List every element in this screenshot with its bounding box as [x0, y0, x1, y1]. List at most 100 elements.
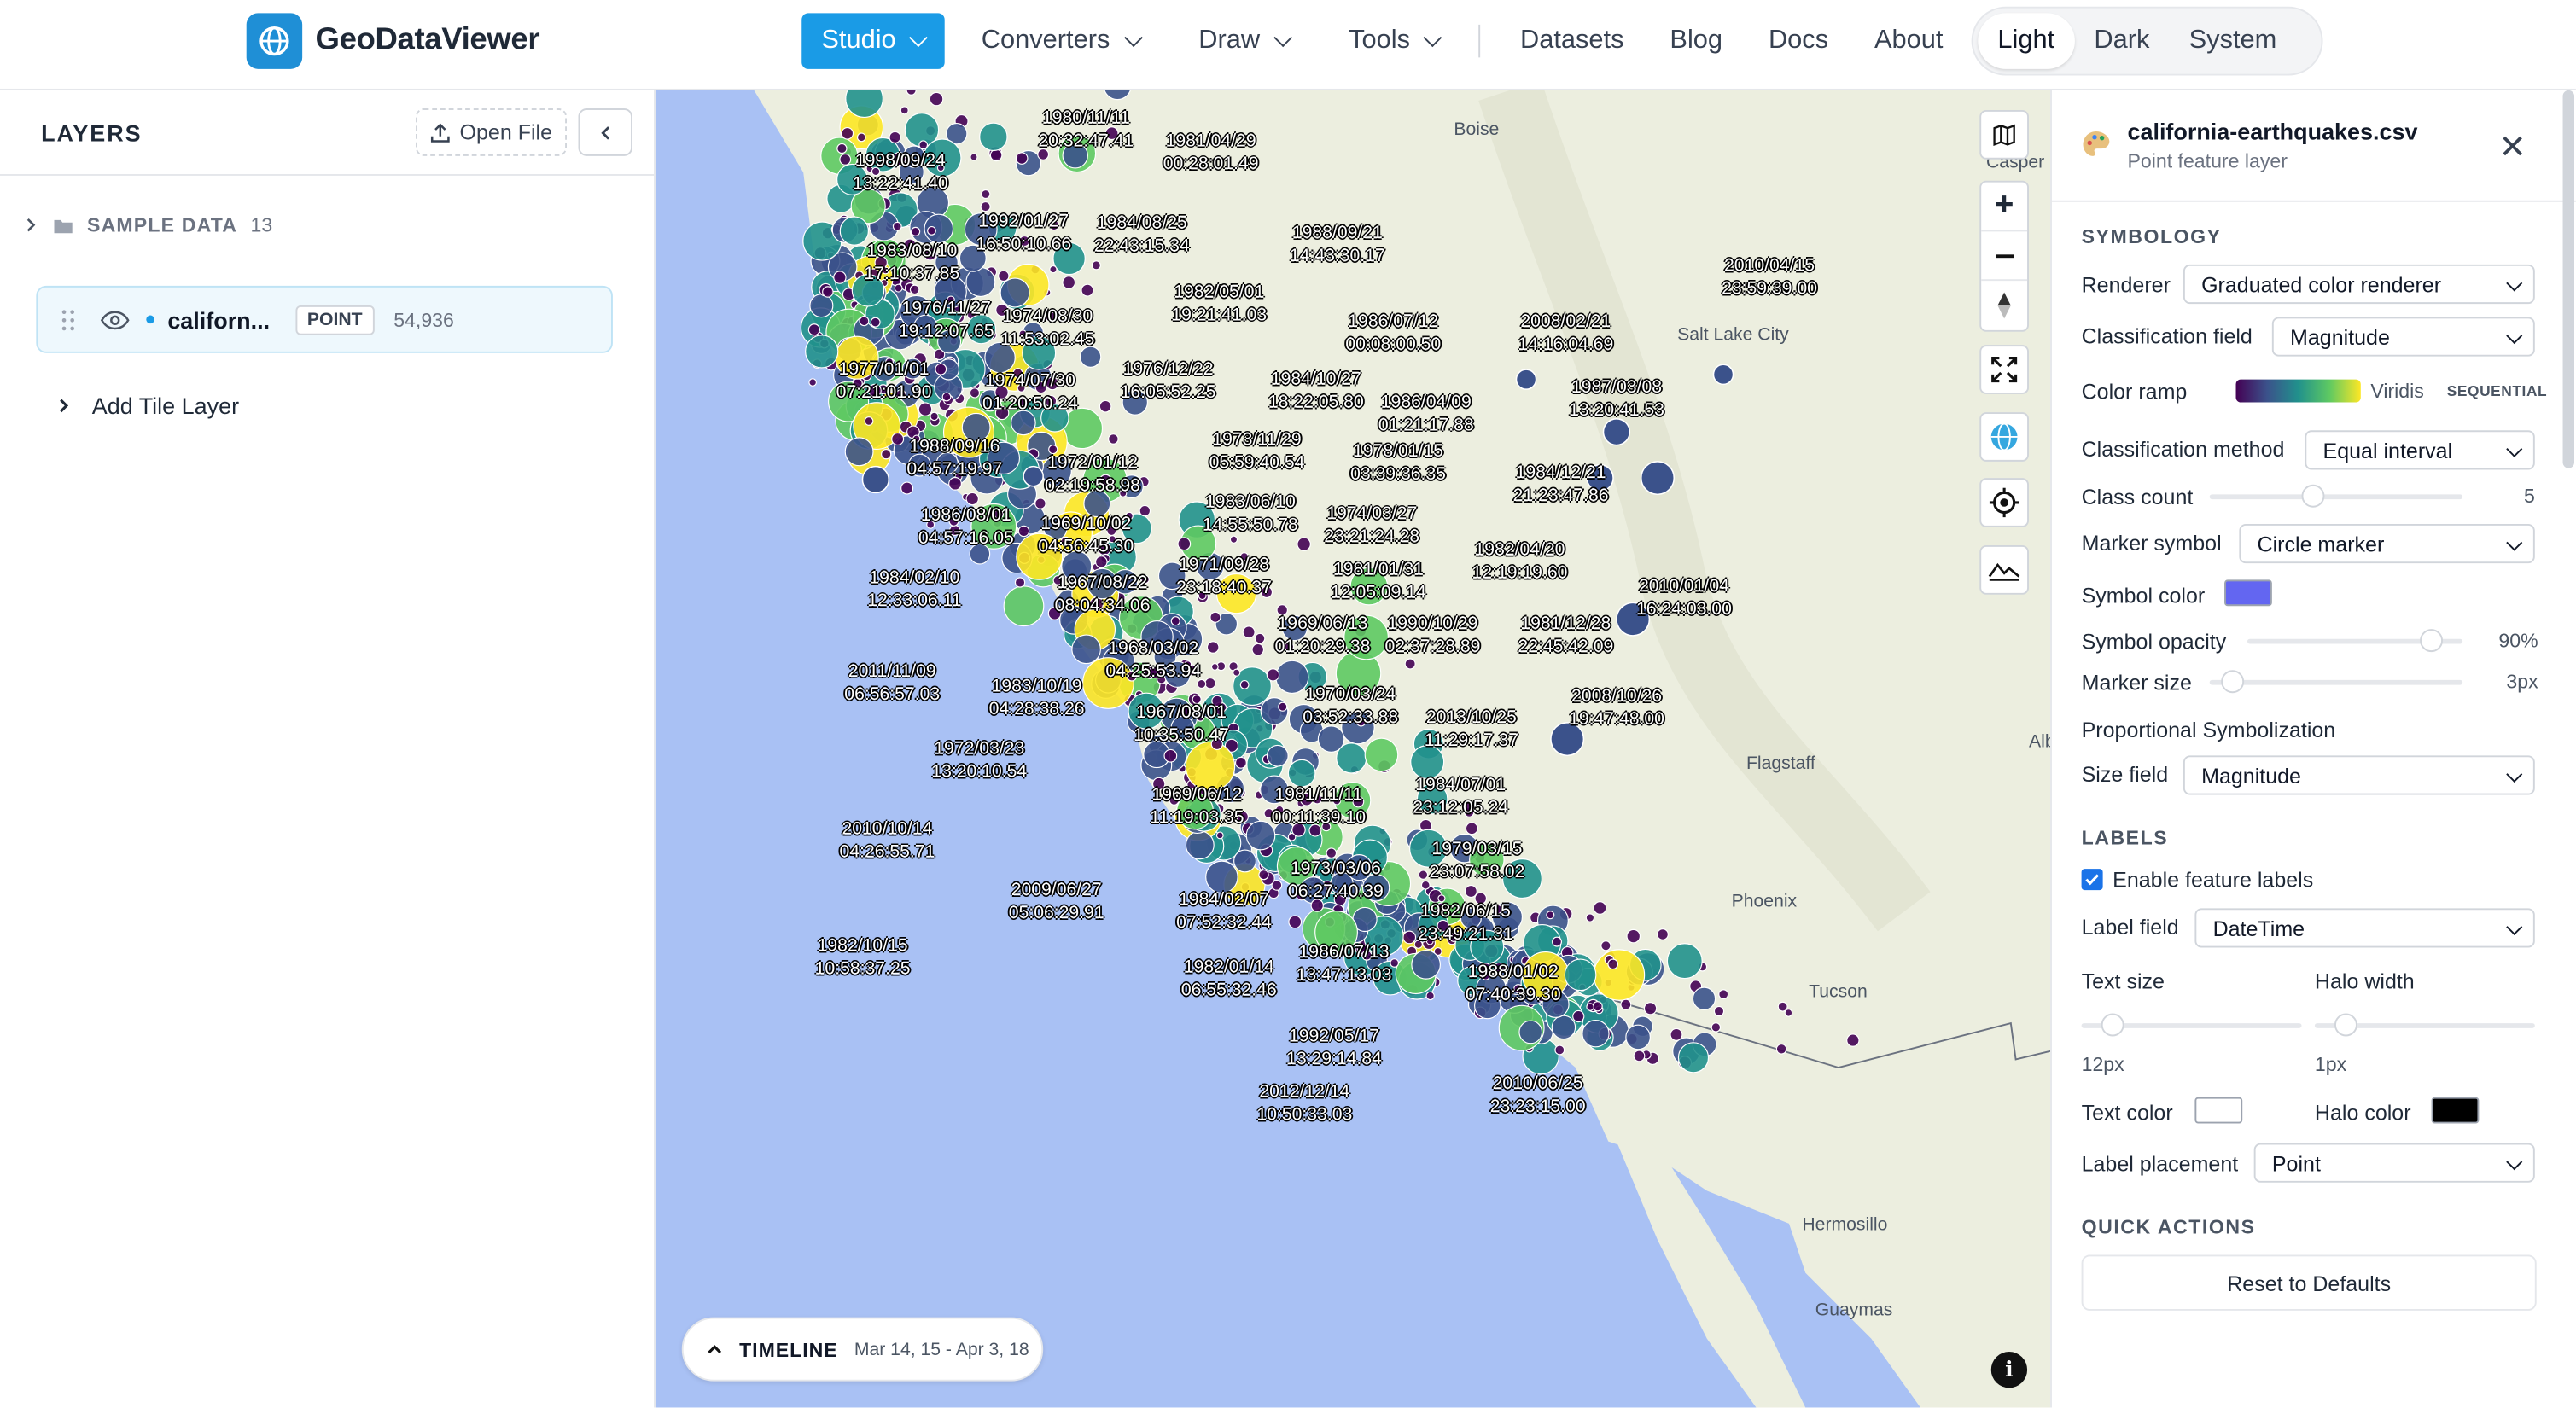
earthquake-point[interactable]	[970, 153, 978, 161]
earthquake-point[interactable]	[1515, 369, 1537, 390]
earthquake-point[interactable]	[930, 411, 939, 422]
nav-about[interactable]: About	[1851, 13, 1966, 68]
earthquake-point[interactable]	[833, 271, 847, 284]
earthquake-point[interactable]	[807, 323, 821, 336]
fullscreen-button[interactable]	[1979, 345, 2030, 394]
earthquake-point[interactable]	[822, 286, 834, 298]
earthquake-point[interactable]	[998, 270, 1010, 282]
earthquake-point[interactable]	[900, 481, 914, 495]
earthquake-point[interactable]	[1017, 525, 1030, 538]
earthquake-point[interactable]	[1170, 616, 1180, 626]
layer-item-california-earthquakes[interactable]: californ... POINT 54,936	[36, 285, 613, 353]
marker-size-slider[interactable]	[2209, 670, 2463, 694]
earthquake-point[interactable]	[1297, 537, 1311, 551]
earthquake-point[interactable]	[1586, 1003, 1594, 1011]
basemap-toggle-button[interactable]	[1979, 109, 2030, 160]
earthquake-point[interactable]	[1712, 364, 1734, 386]
earthquake-point[interactable]	[1846, 1033, 1860, 1047]
earthquake-point[interactable]	[1233, 668, 1241, 677]
earthquake-point[interactable]	[929, 91, 944, 107]
size-field-select[interactable]: Magnitude	[2183, 755, 2535, 795]
earthquake-point[interactable]	[1062, 276, 1076, 289]
halo-width-thumb[interactable]	[2334, 1013, 2357, 1037]
earthquake-point[interactable]	[1288, 915, 1303, 929]
earthquake-point[interactable]	[1209, 611, 1221, 623]
compass-button[interactable]	[1981, 281, 2027, 330]
earthquake-point[interactable]	[1049, 265, 1058, 274]
earthquake-point[interactable]	[1641, 461, 1676, 496]
globe-view-button[interactable]	[1979, 412, 2030, 462]
earthquake-point[interactable]	[1206, 641, 1220, 654]
earthquake-point[interactable]	[1215, 831, 1224, 840]
nav-blog[interactable]: Blog	[1646, 13, 1746, 68]
earthquake-point[interactable]	[1784, 1009, 1793, 1017]
theme-system-option[interactable]: System	[2170, 13, 2297, 68]
nav-tools[interactable]: Tools	[1326, 13, 1462, 68]
earthquake-point[interactable]	[1364, 737, 1399, 772]
earthquake-point[interactable]	[1418, 870, 1429, 880]
earthquake-point[interactable]	[1108, 433, 1119, 445]
earthquake-point[interactable]	[1163, 748, 1178, 763]
earthquake-point[interactable]	[870, 317, 881, 328]
earthquake-point[interactable]	[1551, 1015, 1576, 1040]
earthquake-point[interactable]	[989, 148, 1003, 162]
class-count-slider[interactable]	[2209, 484, 2463, 508]
classification-method-select[interactable]: Equal interval	[2305, 430, 2535, 470]
earthquake-point[interactable]	[911, 226, 921, 236]
add-tile-layer-button[interactable]: Add Tile Layer	[55, 393, 239, 419]
earthquake-point[interactable]	[1000, 277, 1030, 308]
earthquake-point[interactable]	[1081, 283, 1094, 297]
theme-light-option[interactable]: Light	[1978, 13, 2075, 69]
earthquake-point[interactable]	[1593, 901, 1607, 915]
earthquake-point[interactable]	[859, 316, 870, 327]
earthquake-point[interactable]	[1585, 913, 1595, 922]
earthquake-point[interactable]	[1251, 643, 1265, 656]
map-canvas[interactable]: 1980/11/11 20:32:47.41 1981/04/29 00:28:01.…	[655, 90, 2051, 1408]
open-file-button[interactable]: Open File	[415, 108, 568, 156]
zoom-in-button[interactable]: +	[1981, 183, 2028, 232]
earthquake-point[interactable]	[1600, 940, 1611, 951]
text-color-swatch[interactable]	[2194, 1097, 2243, 1124]
earthquake-point[interactable]	[981, 189, 991, 200]
layer-group-sample-data[interactable]: SAMPLE DATA 13	[23, 213, 272, 236]
earthquake-point[interactable]	[1677, 1042, 1710, 1073]
earthquake-point[interactable]	[927, 226, 936, 236]
earthquake-point[interactable]	[1139, 504, 1151, 517]
earthquake-point[interactable]	[1552, 936, 1563, 947]
earthquake-point[interactable]	[918, 402, 933, 416]
color-ramp-selector[interactable]: Viridis SEQUENTIAL	[2235, 371, 2555, 410]
earthquake-point[interactable]	[1071, 634, 1101, 665]
earthquake-point[interactable]	[969, 387, 981, 399]
earthquake-point[interactable]	[1091, 260, 1101, 271]
earthquake-point[interactable]	[1465, 822, 1478, 835]
earthquake-point[interactable]	[1666, 943, 1703, 980]
halo-width-slider[interactable]	[2314, 1013, 2535, 1037]
earthquake-point[interactable]	[1015, 152, 1029, 165]
earthquake-point[interactable]	[1404, 658, 1416, 670]
text-size-slider[interactable]	[2081, 1013, 2302, 1037]
earthquake-point[interactable]	[1670, 1027, 1683, 1041]
earthquake-point[interactable]	[892, 221, 902, 231]
collapse-panel-button[interactable]	[578, 108, 633, 156]
earthquake-point[interactable]	[841, 126, 854, 140]
class-count-thumb[interactable]	[2301, 484, 2325, 508]
earthquake-point[interactable]	[864, 416, 874, 426]
earthquake-point[interactable]	[909, 284, 920, 295]
earthquake-point[interactable]	[891, 432, 905, 445]
earthquake-point[interactable]	[1336, 742, 1367, 774]
halo-color-swatch[interactable]	[2431, 1097, 2480, 1124]
earthquake-point[interactable]	[1204, 677, 1216, 689]
earthquake-point[interactable]	[1593, 949, 1646, 1001]
earthquake-point[interactable]	[1643, 1002, 1658, 1015]
earthquake-point[interactable]	[1177, 537, 1192, 551]
earthquake-point[interactable]	[1229, 535, 1238, 544]
earthquake-point[interactable]	[1718, 989, 1729, 1000]
attribution-info-button[interactable]: i	[1990, 1352, 2028, 1388]
brand[interactable]: GeoDataViewer	[246, 13, 540, 69]
earthquake-point[interactable]	[1003, 585, 1045, 627]
earthquake-point[interactable]	[1266, 668, 1280, 682]
earthquake-point[interactable]	[1554, 1044, 1565, 1056]
marker-symbol-select[interactable]: Circle marker	[2239, 523, 2535, 564]
earthquake-point[interactable]	[839, 153, 852, 166]
earthquake-point[interactable]	[965, 492, 979, 506]
